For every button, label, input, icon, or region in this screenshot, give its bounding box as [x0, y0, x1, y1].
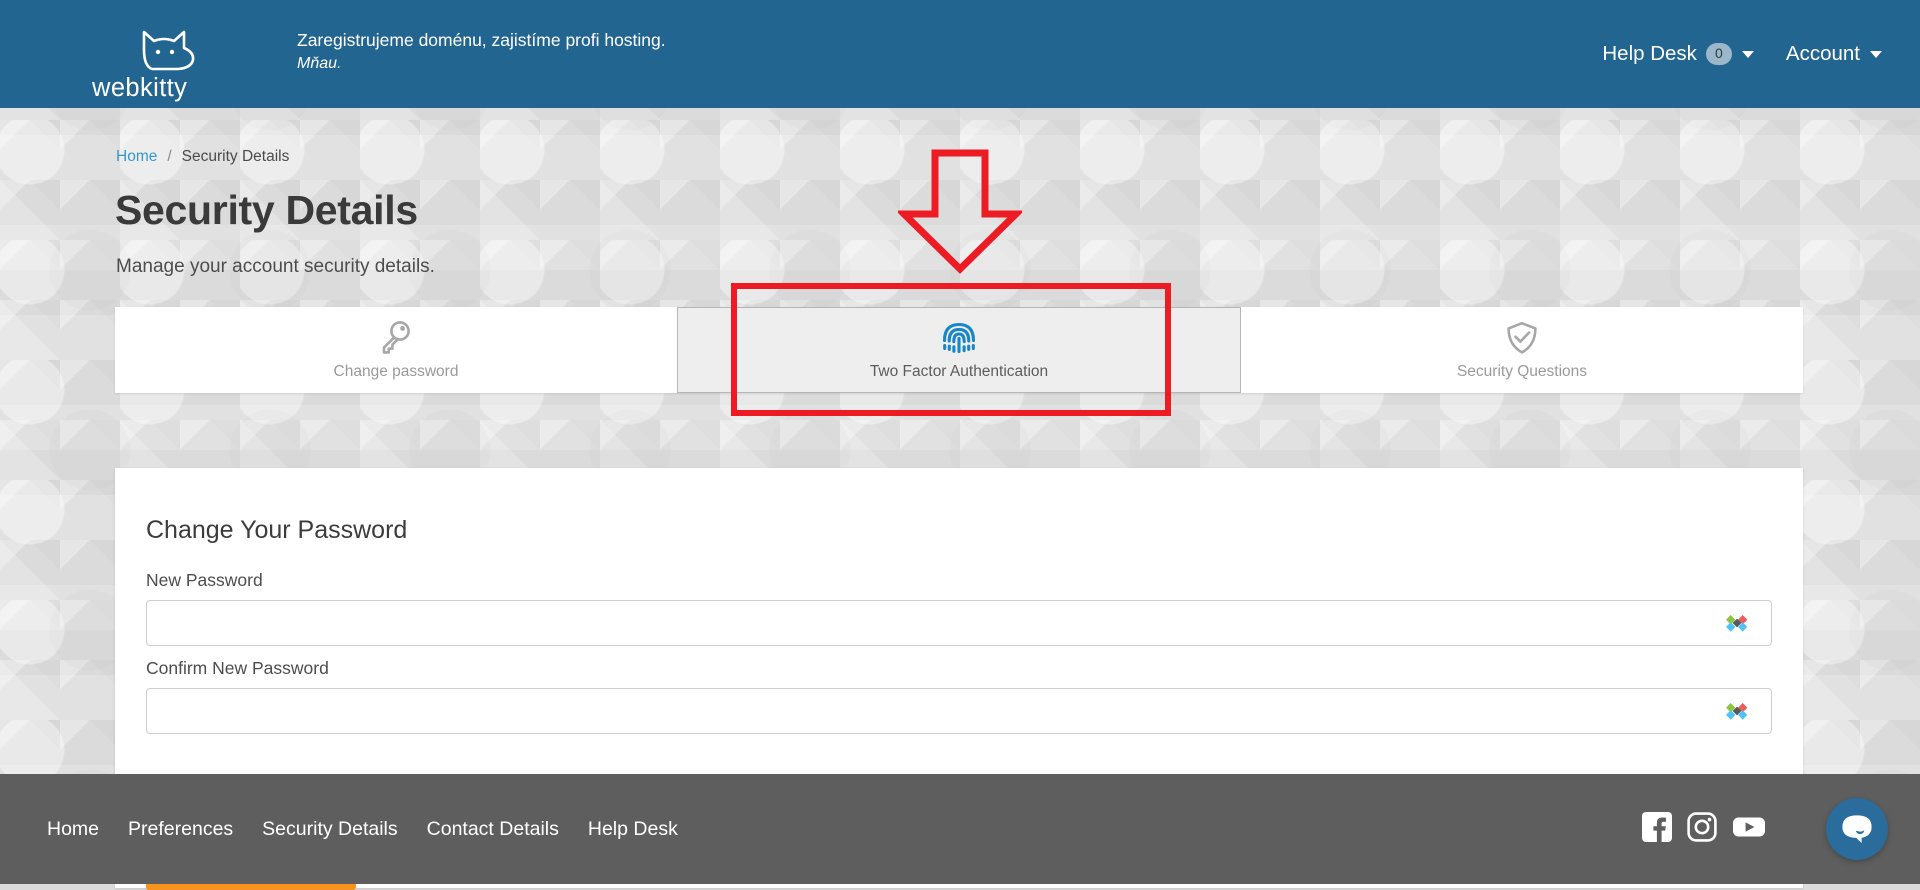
confirm-new-password-input[interactable] [146, 688, 1772, 734]
tab-two-factor-authentication[interactable]: Two Factor Authentication [677, 307, 1241, 393]
security-tabs: Change password Two Factor Authenticatio… [115, 307, 1803, 393]
new-password-input[interactable] [146, 600, 1772, 646]
chat-widget-button[interactable] [1826, 798, 1888, 860]
site-footer: Home Preferences Security Details Contac… [0, 774, 1920, 884]
nav-account[interactable]: Account [1786, 42, 1882, 66]
tagline-line-1: Zaregistrujeme doménu, zajistíme profi h… [297, 30, 666, 50]
new-password-label: New Password [146, 570, 263, 590]
shield-check-icon [1505, 319, 1539, 357]
footer-link-help-desk[interactable]: Help Desk [588, 818, 678, 841]
chevron-down-icon [1870, 50, 1882, 58]
youtube-icon[interactable] [1732, 812, 1766, 847]
svg-text:webkitty: webkitty [92, 74, 187, 102]
tab-change-password[interactable]: Change password [115, 307, 677, 393]
footer-link-home[interactable]: Home [47, 818, 99, 841]
logo-wordmark: webkitty [91, 74, 187, 102]
chevron-down-icon [1741, 50, 1754, 58]
header-tagline: Zaregistrujeme doménu, zajistíme profi h… [297, 28, 666, 76]
breadcrumb: Home / Security Details [116, 148, 289, 166]
footer-social-links [1642, 774, 1766, 884]
card-title: Change Your Password [146, 516, 408, 544]
footer-link-contact-details[interactable]: Contact Details [427, 818, 559, 841]
footer-link-preferences[interactable]: Preferences [128, 818, 233, 841]
page-title: Security Details [115, 187, 418, 233]
chat-bubble-icon [1842, 815, 1872, 843]
tab-two-factor-authentication-label: Two Factor Authentication [869, 363, 1049, 380]
breadcrumb-current: Security Details [181, 148, 290, 165]
help-desk-count-badge: 0 [1705, 43, 1732, 65]
confirm-new-password-label: Confirm New Password [146, 658, 329, 678]
nav-help-desk-label: Help Desk [1602, 42, 1697, 65]
breadcrumb-home-link[interactable]: Home [116, 148, 157, 166]
header-nav: Help Desk 0 Account [1602, 0, 1882, 108]
tab-security-questions-label: Security Questions [1456, 363, 1588, 380]
fingerprint-icon [941, 319, 977, 357]
webkitty-logo[interactable]: webkitty [91, 26, 212, 108]
facebook-icon[interactable] [1642, 811, 1672, 847]
tab-security-questions[interactable]: Security Questions [1241, 307, 1803, 393]
nav-help-desk[interactable]: Help Desk 0 [1602, 42, 1754, 66]
footer-link-security-details[interactable]: Security Details [262, 818, 397, 841]
tagline-line-2: Mňau. [297, 54, 342, 72]
password-manager-icon[interactable] [1726, 612, 1748, 634]
password-manager-icon[interactable] [1726, 700, 1748, 722]
tab-change-password-label: Change password [333, 363, 459, 380]
nav-account-label: Account [1785, 42, 1860, 65]
footer-links: Home Preferences Security Details Contac… [47, 774, 678, 884]
instagram-icon[interactable] [1687, 811, 1717, 847]
key-icon [379, 319, 413, 357]
page-subtitle: Manage your account security details. [116, 256, 435, 277]
site-header: webkitty Zaregistrujeme doménu, zajistím… [0, 0, 1920, 108]
breadcrumb-separator: / [167, 148, 172, 165]
